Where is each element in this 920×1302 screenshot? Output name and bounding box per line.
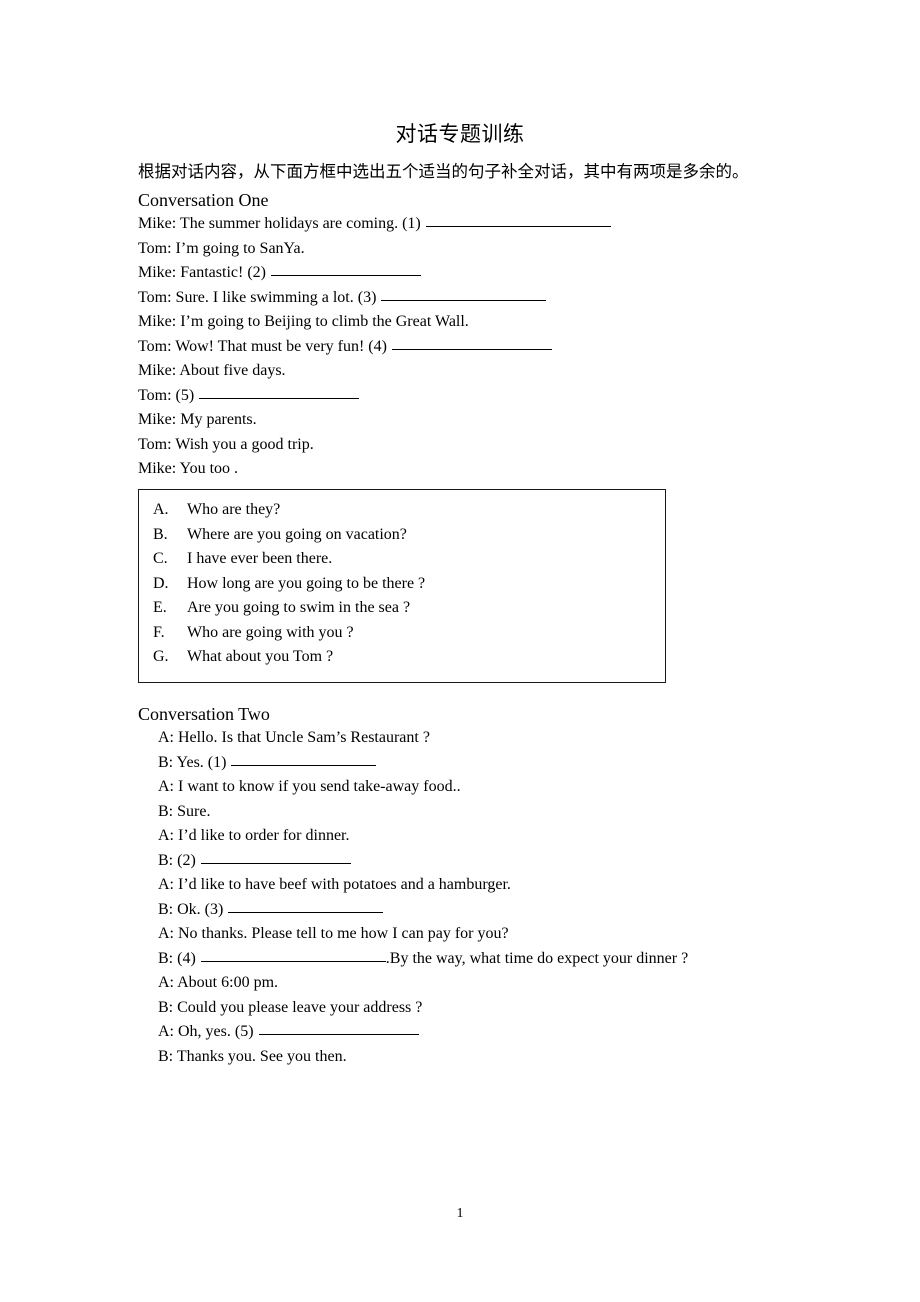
conversation-one-heading: Conversation One [138, 190, 269, 210]
option-letter: A. [153, 501, 169, 518]
answer-blank[interactable] [228, 898, 384, 913]
conversation-one-line: Tom: (5) [138, 384, 360, 408]
conversation-two-line: A: Hello. Is that Uncle Sam’s Restaurant… [158, 726, 430, 750]
option-item[interactable]: B. Where are you going on vacation? [153, 523, 407, 547]
conversation-one-line-text: Mike: About five days. [138, 362, 286, 379]
option-text: How long are you going to be there ? [187, 574, 426, 592]
conversation-two-line-text: A: About 6:00 pm. [158, 974, 279, 991]
option-item[interactable]: D. How long are you going to be there ? [153, 572, 425, 596]
page-number: 1 [456, 1206, 464, 1221]
conversation-one-line: Mike: About five days. [138, 359, 286, 383]
conversation-two-line-text: A: Oh, yes. (5) [158, 1023, 254, 1040]
conversation-two-line-text: B: Ok. (3) [158, 900, 224, 918]
conversation-two-line-trailing: .By the way, what time do expect your di… [385, 949, 689, 967]
conversation-two-line: A: No thanks. Please tell to me how I ca… [158, 922, 509, 946]
option-letter: D. [153, 574, 169, 592]
option-text: Are you going to swim in the sea ? [187, 599, 411, 616]
conversation-two-line-text: B: Yes. (1) [158, 753, 227, 771]
conversation-one-line: Mike: You too . [138, 457, 238, 481]
option-letter: C. [153, 550, 168, 567]
answer-blank[interactable] [391, 335, 552, 350]
conversation-two-line-text: A: I’d like to order for dinner. [158, 827, 350, 844]
option-item[interactable]: G. What about you Tom ? [153, 645, 333, 669]
answer-blank[interactable] [258, 1020, 419, 1035]
answer-blank[interactable] [231, 751, 377, 766]
option-text: Who are they? [187, 501, 281, 518]
conversation-one-line-text: Mike: I’m going to Beijing to climb the … [138, 313, 469, 330]
conversation-two-line: B: Yes. (1) [158, 751, 377, 775]
conversation-two-line-text: B: Could you please leave your address ? [158, 998, 423, 1016]
answer-blank[interactable] [199, 384, 360, 399]
document-page: 对话专题训练 根据对话内容，从下面方框中选出五个适当的句子补全对话，其中有两项是… [0, 0, 920, 1302]
conversation-one-line-text: Mike: Fantastic! (2) [138, 264, 266, 281]
conversation-one-line-text: Tom: Wow! That must be very fun! (4) [138, 337, 387, 355]
answer-blank[interactable] [270, 261, 421, 276]
conversation-one-line: Tom: I’m going to SanYa. [138, 237, 305, 261]
conversation-one-line: Tom: Wow! That must be very fun! (4) [138, 335, 552, 359]
answer-blank[interactable] [425, 212, 611, 227]
conversation-one-line: Mike: The summer holidays are coming. (1… [138, 212, 611, 236]
conversation-two-line: B: (2) [158, 849, 351, 873]
conversation-two-line: A: I’d like to have beef with potatoes a… [158, 873, 511, 897]
conversation-two-line-text: A: I want to know if you send take-away … [158, 778, 461, 795]
conversation-two-line: A: I want to know if you send take-away … [158, 775, 461, 799]
option-text: Who are going with you ? [187, 623, 354, 641]
conversation-two-line-text: A: I’d like to have beef with potatoes a… [158, 876, 511, 893]
option-text: I have ever been there. [187, 550, 333, 567]
conversation-one-line-text: Tom: (5) [138, 386, 195, 404]
conversation-one-line: Mike: My parents. [138, 408, 257, 432]
answer-blank[interactable] [381, 286, 547, 301]
conversation-two-line-text: A: No thanks. Please tell to me how I ca… [158, 925, 509, 942]
conversation-two-line: B: (4) .By the way, what time do expect y… [158, 947, 688, 971]
conversation-two-line: A: I’d like to order for dinner. [158, 824, 350, 848]
option-item[interactable]: F. Who are going with you ? [153, 621, 354, 645]
instruction-text: 根据对话内容，从下面方框中选出五个适当的句子补全对话，其中有两项是多余的。 [138, 162, 749, 181]
conversation-two-line: B: Sure. [158, 800, 210, 824]
conversation-one-line-text: Mike: My parents. [138, 411, 257, 428]
option-item[interactable]: A. Who are they? [153, 498, 280, 522]
conversation-one-line: Mike: Fantastic! (2) [138, 261, 421, 285]
conversation-one-line-text: Mike: You too . [138, 460, 239, 477]
conversation-two-line-text: B: (4) [158, 949, 196, 967]
conversation-two-line: B: Thanks you. See you then. [158, 1045, 347, 1069]
answer-blank[interactable] [200, 849, 351, 864]
option-text: Where are you going on vacation? [187, 525, 407, 543]
conversation-two-line: A: Oh, yes. (5) [158, 1020, 419, 1044]
conversation-two-line: A: About 6:00 pm. [158, 971, 278, 995]
conversation-one-line: Tom: Sure. I like swimming a lot. (3) [138, 286, 547, 310]
conversation-two-heading: Conversation Two [138, 704, 270, 724]
options-box: A. Who are they? B. Where are you going on … [138, 489, 666, 683]
option-letter: B. [153, 525, 168, 543]
conversation-two-line: B: Ok. (3) [158, 898, 384, 922]
conversation-two-line-text: A: Hello. Is that Uncle Sam’s Restaurant… [158, 729, 430, 746]
conversation-two-line-text: B: Sure. [158, 802, 211, 820]
conversation-two-line-text: B: Thanks you. See you then. [158, 1047, 347, 1065]
conversation-one-line-text: Tom: Wish you a good trip. [138, 435, 314, 453]
conversation-one-line: Tom: Wish you a good trip. [138, 433, 314, 457]
option-text: What about you Tom ? [187, 648, 334, 665]
option-item[interactable]: E. Are you going to swim in the sea ? [153, 596, 410, 620]
option-letter: F. [153, 623, 165, 641]
option-item[interactable]: C. I have ever been there. [153, 547, 332, 571]
option-letter: G. [153, 648, 169, 665]
answer-blank[interactable] [200, 947, 386, 962]
option-letter: E. [153, 599, 167, 616]
conversation-one-line: Mike: I’m going to Beijing to climb the … [138, 310, 469, 334]
conversation-two-line-text: B: (2) [158, 851, 196, 869]
conversation-one-line-text: Tom: I’m going to SanYa. [138, 239, 305, 257]
conversation-one-line-text: Mike: The summer holidays are coming. (1… [138, 215, 421, 232]
page-title: 对话专题训练 [395, 122, 525, 146]
conversation-two-line: B: Could you please leave your address ? [158, 996, 422, 1020]
conversation-one-line-text: Tom: Sure. I like swimming a lot. (3) [138, 288, 377, 306]
